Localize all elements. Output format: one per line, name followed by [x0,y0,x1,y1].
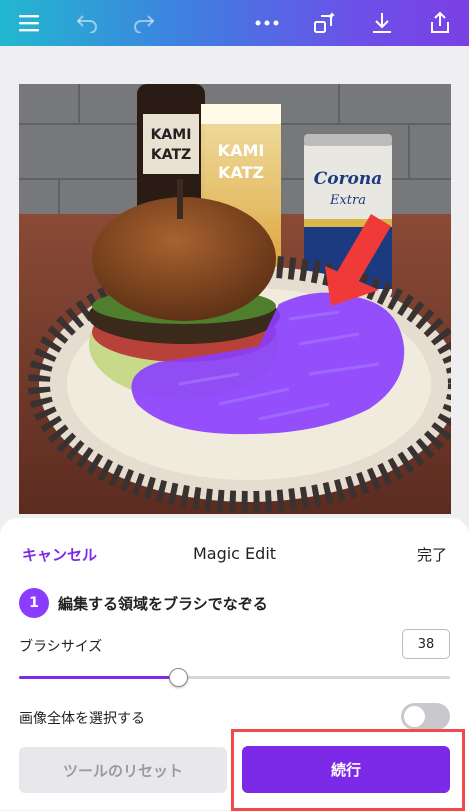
brush-size-slider[interactable] [19,668,450,687]
brush-size-label: ブラシサイズ [19,639,103,655]
magic-resize-icon[interactable] [309,8,339,38]
brush-size-slider-thumb[interactable] [169,668,189,687]
svg-text:Corona: Corona [314,169,383,189]
download-icon[interactable] [367,8,397,38]
continue-button[interactable]: 続行 [242,746,450,793]
step-number-badge: 1 [19,588,49,618]
svg-text:Extra: Extra [329,193,366,208]
step-instruction: 編集する領域をブラシでなぞる [58,595,268,613]
brush-size-slider-fill [19,676,179,679]
svg-text:KATZ: KATZ [151,147,191,163]
photo-being-edited[interactable]: KAMI KATZ KAMI KATZ Corona Extra [19,84,451,514]
share-icon[interactable] [425,8,455,38]
reset-tool-button[interactable]: ツールのリセット [19,747,227,793]
brush-size-input[interactable]: 38 [402,629,450,659]
done-button[interactable]: 完了 [417,544,447,565]
toggle-knob [404,706,425,727]
more-icon[interactable] [252,8,282,38]
select-all-label: 画像全体を選択する [19,711,145,727]
magic-edit-panel: キャンセル Magic Edit 完了 1 編集する領域をブラシでなぞる ブラシ… [0,518,469,811]
svg-text:KAMI: KAMI [151,127,192,143]
svg-text:KATZ: KATZ [218,163,264,182]
undo-icon[interactable] [72,8,102,38]
redo-icon[interactable] [129,8,159,38]
panel-title: Magic Edit [192,544,277,563]
select-all-toggle[interactable] [401,703,450,730]
svg-text:KAMI: KAMI [218,141,265,160]
editor-canvas: KAMI KATZ KAMI KATZ Corona Extra [0,46,469,526]
editor-toolbar [0,0,469,46]
menu-icon[interactable] [14,8,44,38]
